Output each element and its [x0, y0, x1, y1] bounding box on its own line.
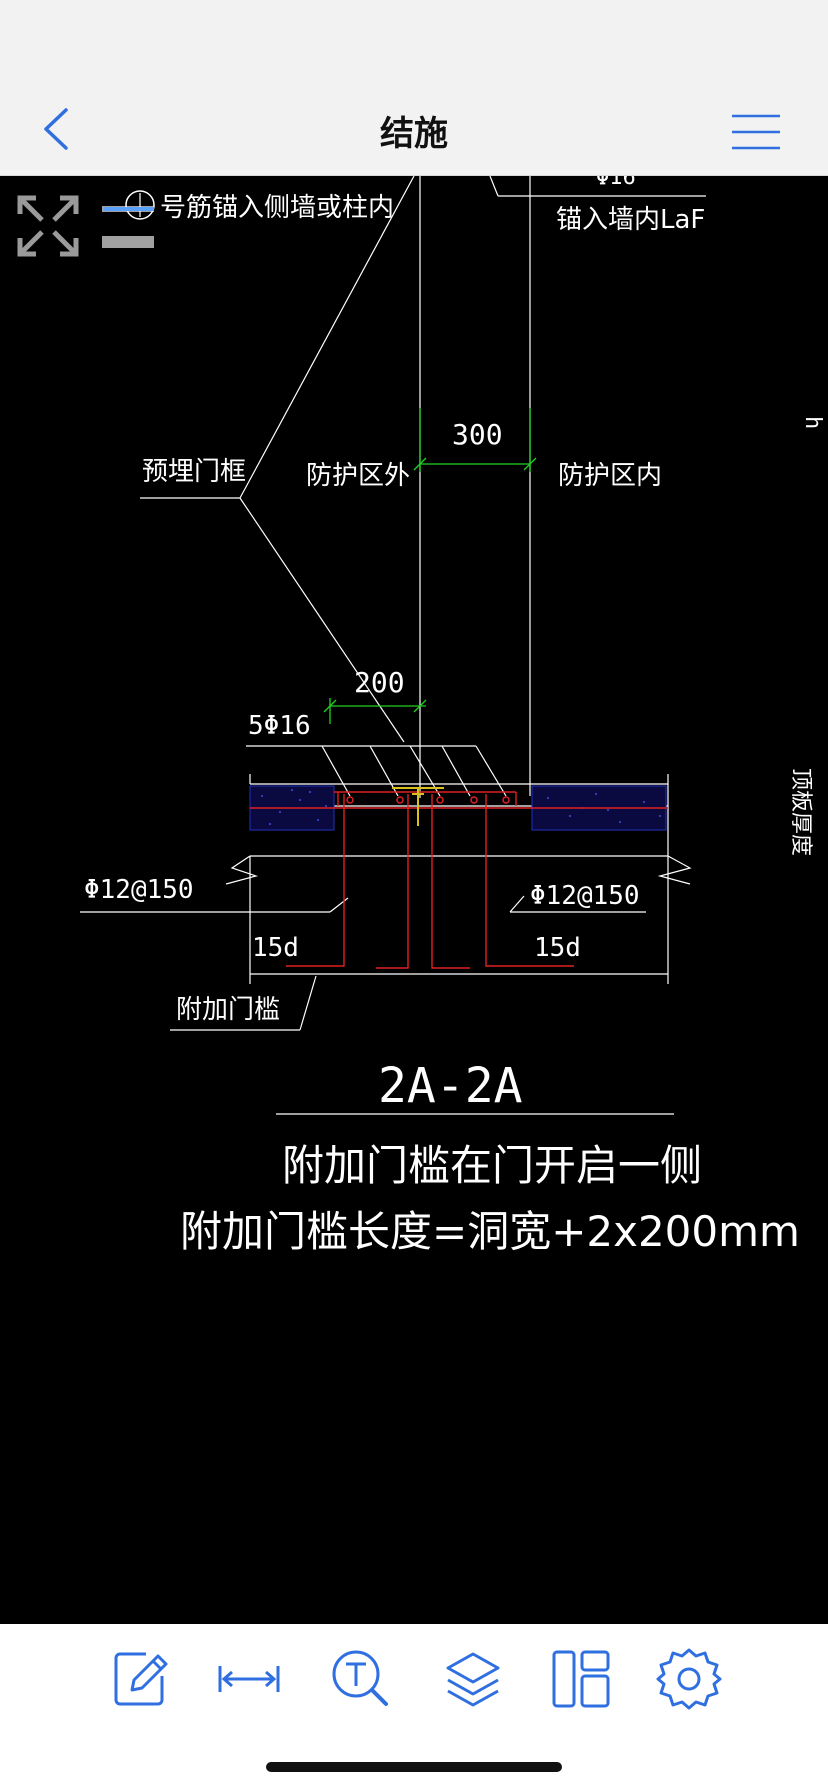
drawing-canvas[interactable]: 号筋锚入侧墙或柱内 300 200 锚入墙内LaF Φ16 预埋门框 防护区外 … [0, 176, 828, 1624]
side-h: h [800, 416, 825, 429]
top-right-note: 锚入墙内LaF [556, 205, 705, 235]
layers-icon[interactable] [440, 1646, 506, 1712]
top-right-cut: Φ16 [596, 176, 636, 190]
label-rebar-left: Φ12@150 [84, 875, 194, 905]
text-search-icon[interactable] [328, 1646, 394, 1712]
home-indicator [266, 1762, 562, 1772]
dimension-300: 300 [452, 418, 503, 451]
label-inside: 防护区内 [558, 461, 662, 491]
structure-lines [80, 176, 706, 1115]
hamburger-menu-icon[interactable] [730, 112, 782, 152]
label-anchor-left: 15d [252, 933, 299, 963]
label-embedded-frame: 预埋门框 [142, 457, 246, 487]
layout-panel-icon[interactable] [548, 1646, 614, 1712]
note-line-2: 附加门槛长度=洞宽+2x200mm [180, 1207, 800, 1256]
side-text: 顶板厚度 [788, 768, 813, 856]
section-title: 2A-2A [378, 1058, 523, 1114]
label-outside: 防护区外 [306, 461, 410, 491]
note-line-1: 附加门槛在门开启一侧 [282, 1141, 702, 1190]
label-anchor-right: 15d [534, 933, 581, 963]
edit-note-icon[interactable] [108, 1646, 174, 1712]
label-extra-sill: 附加门槛 [176, 995, 280, 1025]
label-5phi16: 5Φ16 [248, 711, 311, 741]
dimension-200: 200 [354, 666, 405, 699]
embedded-frame [392, 787, 444, 826]
measure-distance-icon[interactable] [216, 1646, 282, 1712]
expand-arrows-icon[interactable] [17, 195, 79, 257]
page-title: 结施 [380, 114, 448, 154]
top-note: 号筋锚入侧墙或柱内 [160, 193, 394, 223]
label-rebar-right: Φ12@150 [530, 881, 640, 911]
nav-header: 结施 [0, 0, 828, 176]
settings-gear-icon[interactable] [656, 1646, 722, 1712]
